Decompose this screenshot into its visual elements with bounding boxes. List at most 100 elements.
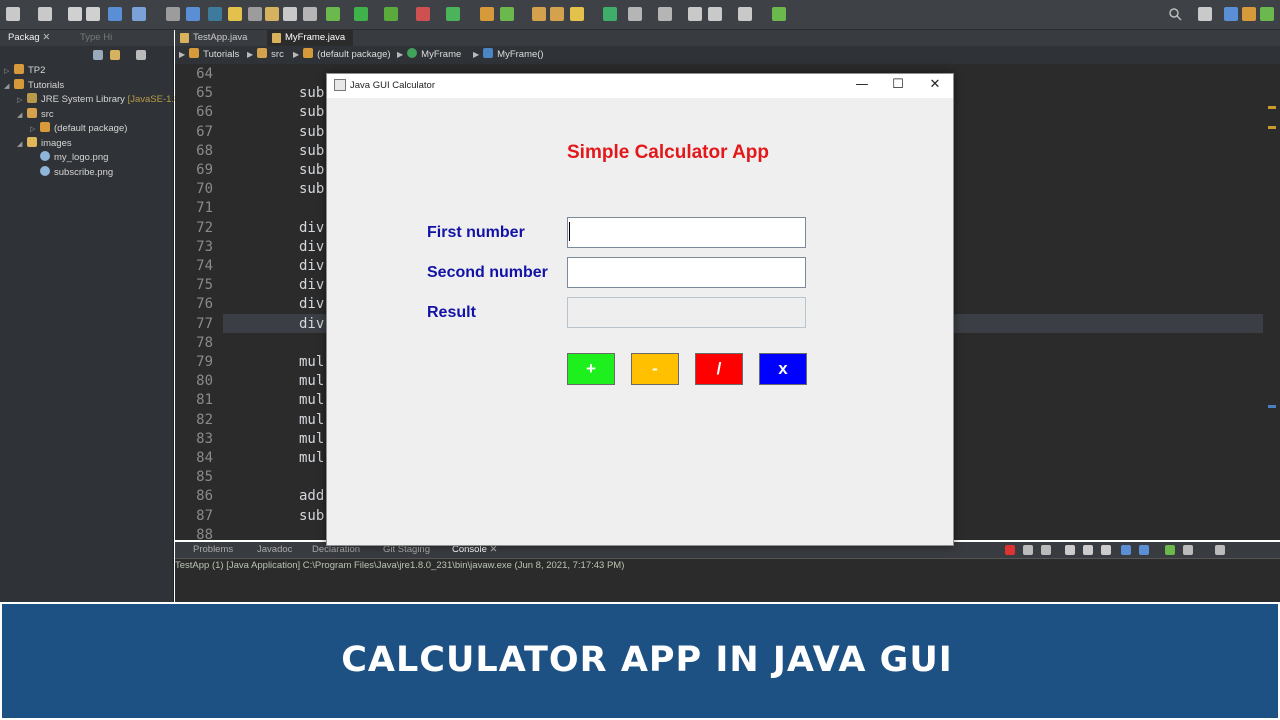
new-class-icon[interactable] xyxy=(500,7,514,21)
monitor-icon[interactable] xyxy=(1183,545,1193,555)
tab-testapp-java[interactable]: TestApp.java xyxy=(175,30,255,46)
line-number: 74 xyxy=(196,258,213,274)
tab-myframe-java[interactable]: MyFrame.java xyxy=(267,30,354,46)
java-perspective-icon[interactable] xyxy=(1224,7,1238,21)
last-edit-icon[interactable] xyxy=(688,7,702,21)
console-output[interactable]: TestApp (1) [Java Application] C:\Progra… xyxy=(175,558,1280,602)
add-button[interactable]: + xyxy=(567,353,615,385)
highlight-icon[interactable] xyxy=(208,7,222,21)
expand-toggle-icon[interactable]: ◢ xyxy=(17,138,27,152)
next-annotation-icon[interactable] xyxy=(628,7,642,21)
tree-item[interactable]: ▷ TP2 xyxy=(4,64,45,78)
tree-item[interactable]: ◢ src xyxy=(17,107,54,123)
pin-icon[interactable] xyxy=(772,7,786,21)
perspective-icon[interactable] xyxy=(1198,7,1212,21)
prev-annotation-icon[interactable] xyxy=(658,7,672,21)
expand-toggle-icon[interactable]: ◢ xyxy=(4,80,14,94)
edit-icon[interactable] xyxy=(265,7,279,21)
close-button[interactable]: ✕ xyxy=(917,74,953,98)
tree-item[interactable]: subscribe.png xyxy=(30,165,113,180)
tree-item[interactable]: ◢ images xyxy=(17,136,72,152)
banner-title: CALCULATOR APP IN JAVA GUI xyxy=(341,640,953,680)
open-console-icon[interactable] xyxy=(1165,545,1175,555)
new-package-icon[interactable] xyxy=(480,7,494,21)
line-number: 87 xyxy=(196,507,213,524)
document-icon[interactable] xyxy=(283,7,297,21)
terminate-icon[interactable] xyxy=(1005,545,1015,555)
new-file-icon[interactable] xyxy=(6,7,20,21)
subtract-button[interactable]: - xyxy=(631,353,679,385)
link-icon[interactable] xyxy=(248,7,262,21)
annotation-icon[interactable] xyxy=(603,7,617,21)
code-line: sub xyxy=(299,507,325,524)
editor-icon[interactable] xyxy=(186,7,200,21)
breadcrumb-item[interactable]: ▶ MyFrame xyxy=(397,48,461,62)
search-icon[interactable] xyxy=(1168,7,1182,21)
view-menu-icon[interactable] xyxy=(136,50,146,60)
multiply-button[interactable]: x xyxy=(759,353,807,385)
open-folder-icon[interactable] xyxy=(38,7,52,21)
expand-toggle-icon[interactable]: ▷ xyxy=(30,123,40,137)
breadcrumb-item[interactable]: ▶ (default package) xyxy=(293,48,391,62)
coverage-icon[interactable] xyxy=(384,7,398,21)
scroll-lock-icon[interactable] xyxy=(1083,545,1093,555)
display-console-icon[interactable] xyxy=(1139,545,1149,555)
remove-launch-icon[interactable] xyxy=(1023,545,1033,555)
brush-icon[interactable] xyxy=(570,7,584,21)
new-console-icon[interactable] xyxy=(1215,545,1225,555)
expand-toggle-icon[interactable]: ▷ xyxy=(4,65,14,79)
line-number: 73 xyxy=(196,238,213,255)
expand-toggle-icon[interactable]: ▷ xyxy=(17,94,27,108)
breadcrumb-item[interactable]: ▶ src xyxy=(247,48,284,62)
package-explorer-toolbar xyxy=(0,46,174,64)
debug-perspective-icon[interactable] xyxy=(1242,7,1256,21)
tree-item[interactable]: ▷ JRE System Library [JavaSE-1.8 xyxy=(17,93,179,107)
debug-icon[interactable] xyxy=(326,7,340,21)
second-number-input[interactable] xyxy=(567,257,806,288)
run-icon[interactable] xyxy=(354,7,368,21)
git-perspective-icon[interactable] xyxy=(1260,7,1274,21)
remove-all-icon[interactable] xyxy=(1041,545,1051,555)
project-icon xyxy=(14,64,24,74)
save-icon[interactable] xyxy=(68,7,82,21)
maximize-button[interactable]: ☐ xyxy=(880,74,916,98)
breadcrumb-item[interactable]: ▶ MyFrame() xyxy=(473,48,544,62)
minimize-button[interactable]: — xyxy=(844,74,880,98)
code-line: mul xyxy=(299,392,325,409)
tab-problems[interactable]: Problems xyxy=(193,542,233,558)
clear-console-icon[interactable] xyxy=(1065,545,1075,555)
divide-button[interactable]: / xyxy=(695,353,743,385)
word-wrap-icon[interactable] xyxy=(1101,545,1111,555)
tree-item[interactable]: ▷ (default package) xyxy=(30,122,127,136)
paragraph-icon[interactable] xyxy=(303,7,317,21)
package-explorer-tabs: Packag ✕ Type Hi xyxy=(0,30,174,46)
skip-breakpoints-icon[interactable] xyxy=(166,7,180,21)
tree-item[interactable]: my_logo.png xyxy=(30,151,108,165)
collapse-all-icon[interactable] xyxy=(93,50,103,60)
breadcrumb-item[interactable]: ▶ Tutorials xyxy=(179,48,239,62)
link-editor-icon[interactable] xyxy=(110,50,120,60)
pin-console-icon[interactable] xyxy=(1121,545,1131,555)
search-folder-icon[interactable] xyxy=(550,7,564,21)
line-number: 82 xyxy=(196,411,213,428)
forward-icon[interactable] xyxy=(738,7,752,21)
back-icon[interactable] xyxy=(708,7,722,21)
open-type-icon[interactable] xyxy=(532,7,546,21)
pen-icon[interactable] xyxy=(228,7,242,21)
toggle-icon[interactable] xyxy=(132,7,146,21)
tree-item[interactable]: ◢ Tutorials xyxy=(4,78,64,94)
run-last-icon[interactable] xyxy=(446,7,460,21)
external-tools-icon[interactable] xyxy=(416,7,430,21)
java-window-icon xyxy=(334,79,346,91)
window-titlebar[interactable]: Java GUI Calculator — ☐ ✕ xyxy=(327,74,953,98)
save-all-icon[interactable] xyxy=(86,7,100,21)
terminal-icon[interactable] xyxy=(108,7,122,21)
tree-item-label: TP2 xyxy=(28,65,46,76)
method-icon xyxy=(483,48,494,58)
first-number-input[interactable] xyxy=(567,217,806,248)
tab-package-explorer[interactable]: Packag ✕ xyxy=(8,30,50,46)
expand-toggle-icon[interactable]: ◢ xyxy=(17,109,27,123)
image-file-icon xyxy=(40,165,50,176)
tab-type-hierarchy[interactable]: Type Hi xyxy=(80,30,112,46)
tab-javadoc[interactable]: Javadoc xyxy=(257,542,292,558)
